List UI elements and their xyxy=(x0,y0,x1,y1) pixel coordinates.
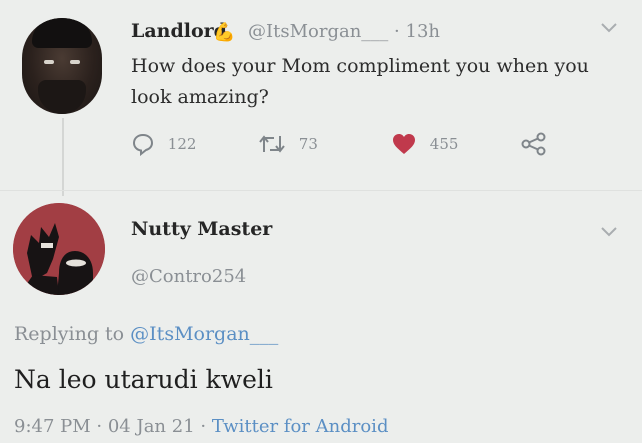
thread-line xyxy=(62,118,64,196)
replying-to: Replying to @ItsMorgan___ xyxy=(14,323,278,345)
avatar-beard xyxy=(38,80,86,114)
reply-icon xyxy=(132,133,154,157)
retweet-icon xyxy=(259,135,285,153)
tweet-time: · 13h xyxy=(394,21,440,42)
flexed-biceps-emoji: 💪 xyxy=(213,22,236,43)
like-count: 455 xyxy=(429,135,459,153)
author-handle-and-time[interactable]: @ItsMorgan___ · 13h xyxy=(248,21,440,42)
avatar-eye xyxy=(44,60,54,64)
avatar-hair xyxy=(32,18,92,48)
heart-icon xyxy=(393,134,415,154)
replying-to-label: Replying to xyxy=(14,323,125,345)
avatar-eye xyxy=(70,60,80,64)
author-handle: @ItsMorgan___ xyxy=(248,21,389,42)
tweet-divider xyxy=(0,190,642,191)
retweet-button[interactable]: 73 xyxy=(258,132,318,158)
chevron-down-icon[interactable] xyxy=(600,18,618,39)
tweet-timestamp[interactable]: 9:47 PM · 04 Jan 21 · xyxy=(14,416,206,437)
mention-link[interactable]: @ItsMorgan___ xyxy=(130,323,278,345)
tweet-text: Na leo utarudi kweli xyxy=(14,365,273,394)
chevron-down-icon[interactable] xyxy=(600,222,618,243)
avatar-illustration xyxy=(13,203,105,295)
retweet-count: 73 xyxy=(298,135,318,153)
share-button[interactable] xyxy=(520,132,548,158)
share-icon xyxy=(521,132,546,156)
source-link[interactable]: Twitter for Android xyxy=(212,416,389,437)
author-name[interactable]: Nutty Master xyxy=(131,218,272,240)
like-button[interactable]: 455 xyxy=(391,132,458,158)
reply-count: 122 xyxy=(167,135,197,153)
author-handle[interactable]: @Contro254 xyxy=(131,266,246,287)
avatar[interactable] xyxy=(13,203,105,295)
reply-button[interactable]: 122 xyxy=(131,132,196,158)
tweet-text: How does your Mom compliment you when yo… xyxy=(131,55,589,108)
avatar[interactable] xyxy=(22,18,102,114)
tweet-meta: 9:47 PM · 04 Jan 21 · Twitter for Androi… xyxy=(14,416,388,437)
